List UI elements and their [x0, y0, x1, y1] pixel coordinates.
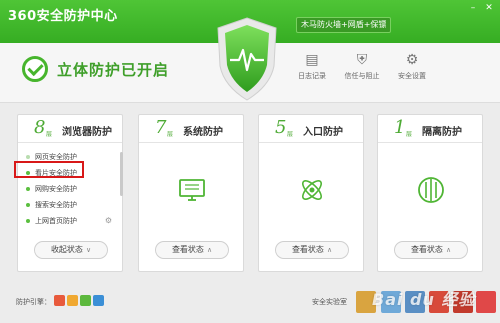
- card-title: 入口防护: [303, 127, 343, 138]
- list-item[interactable]: 上网首页防护 ⚙: [24, 213, 116, 229]
- layer-unit: 层: [167, 131, 174, 138]
- layer-unit: 层: [287, 131, 294, 138]
- settings-label: 安全设置: [398, 72, 426, 80]
- button-label: 查看状态: [171, 245, 204, 254]
- chevron-up-icon: ∧: [445, 246, 452, 254]
- atom-icon: [297, 175, 327, 205]
- gear-icon: ⚙: [405, 52, 419, 68]
- log-button[interactable]: ▤ 日志记录: [290, 52, 334, 81]
- layer-unit: 层: [46, 131, 53, 138]
- button-label: 收起状态: [50, 245, 83, 254]
- chevron-down-icon: ∨: [85, 246, 92, 254]
- watermark: Bai du 经验: [372, 290, 476, 309]
- chevron-up-icon: ∧: [326, 246, 333, 254]
- checkmark-icon: [22, 56, 48, 82]
- trust-block-button[interactable]: ⛨ 信任与阻止: [340, 52, 384, 81]
- feature-label: 上网首页防护: [35, 217, 77, 225]
- trust-label: 信任与阻止: [344, 72, 380, 80]
- feature-label: 网页安全防护: [35, 153, 77, 161]
- log-icon: ▤: [305, 52, 319, 68]
- close-icon[interactable]: ✕: [484, 3, 494, 13]
- isolation-icon: [416, 175, 446, 205]
- card-entry-protection: 5 层 入口防护 查看状态 ∧: [258, 114, 364, 272]
- card-title: 隔离防护: [422, 127, 462, 138]
- highlight-box: [14, 161, 84, 178]
- card-isolation-protection: 1 层 隔离防护 查看状态 ∧: [377, 114, 483, 272]
- lab-tool-icon[interactable]: [476, 291, 496, 313]
- engine-icon[interactable]: [80, 295, 91, 306]
- monitor-icon: [177, 175, 207, 205]
- layer-count: 8: [34, 117, 46, 138]
- settings-button[interactable]: ⚙ 安全设置: [390, 52, 434, 81]
- card-header: 1 层 隔离防护: [378, 115, 482, 143]
- app-title: 360安全防护中心: [8, 9, 118, 24]
- layer-count: 5: [275, 117, 287, 138]
- shield-icon: [212, 14, 282, 104]
- button-label: 查看状态: [410, 245, 443, 254]
- scrollbar[interactable]: [120, 152, 123, 196]
- log-label: 日志记录: [298, 72, 326, 80]
- card-system-protection: 7 层 系统防护 查看状态 ∧: [138, 114, 244, 272]
- view-status-button[interactable]: 查看状态 ∧: [275, 241, 349, 259]
- engine-icon[interactable]: [54, 295, 65, 306]
- card-title: 浏览器防护: [62, 127, 112, 138]
- view-status-button[interactable]: 查看状态 ∧: [394, 241, 468, 259]
- card-title: 系统防护: [183, 127, 223, 138]
- collapse-status-button[interactable]: 收起状态 ∨: [34, 241, 108, 259]
- card-header: 5 层 入口防护: [259, 115, 363, 143]
- list-item[interactable]: 网购安全防护: [24, 181, 116, 197]
- card-header: 8 层 浏览器防护: [18, 115, 122, 143]
- card-browser-protection: 8 层 浏览器防护 网页安全防护 看片安全防护 网购安全防护 搜索安全防护 上网…: [17, 114, 123, 272]
- button-label: 查看状态: [291, 245, 324, 254]
- protection-status-text: 立体防护已开启: [57, 61, 170, 79]
- card-header: 7 层 系统防护: [139, 115, 243, 143]
- gear-icon[interactable]: ⚙: [105, 213, 112, 229]
- promo-badge: 木马防火墙+网盾+保镖: [296, 17, 392, 33]
- layer-unit: 层: [406, 131, 413, 138]
- view-status-button[interactable]: 查看状态 ∧: [155, 241, 229, 259]
- window-controls: – ✕: [468, 3, 494, 13]
- engine-icon[interactable]: [93, 295, 104, 306]
- chevron-up-icon: ∧: [206, 246, 213, 254]
- security-lab-label: 安全实验室: [312, 298, 347, 306]
- trust-icon: ⛨: [356, 52, 368, 68]
- feature-label: 网购安全防护: [35, 185, 77, 193]
- layer-count: 1: [394, 117, 406, 138]
- minimize-icon[interactable]: –: [468, 3, 478, 13]
- list-item[interactable]: 搜索安全防护: [24, 197, 116, 213]
- layer-count: 7: [155, 117, 167, 138]
- engine-label: 防护引擎：: [16, 298, 51, 306]
- feature-label: 搜索安全防护: [35, 201, 77, 209]
- engine-icon[interactable]: [67, 295, 78, 306]
